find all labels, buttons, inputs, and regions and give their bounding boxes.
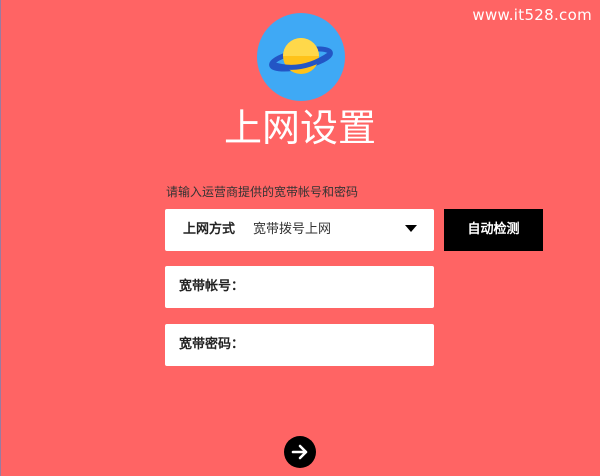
- window-edge: [0, 0, 1, 476]
- account-label: 宽带帐号：: [179, 279, 245, 294]
- auto-detect-button[interactable]: 自动检测: [444, 209, 543, 251]
- page-title: 上网设置: [223, 106, 376, 150]
- watermark-text: www.it528.com: [472, 6, 592, 24]
- chevron-down-icon[interactable]: [405, 225, 417, 232]
- connection-type-value[interactable]: 宽带拨号上网: [253, 209, 331, 251]
- connection-type-label: 上网方式: [183, 222, 236, 237]
- account-field[interactable]: 宽带帐号：: [165, 266, 434, 308]
- next-button[interactable]: [284, 436, 316, 468]
- instruction-text: 请输入运营商提供的宽带帐号和密码: [166, 185, 359, 199]
- password-label: 宽带密码：: [179, 337, 245, 352]
- password-field[interactable]: 宽带密码：: [165, 324, 434, 366]
- connection-type-select[interactable]: 上网方式 宽带拨号上网: [165, 209, 434, 251]
- account-input[interactable]: [245, 272, 429, 304]
- password-input[interactable]: [245, 330, 429, 362]
- planet-icon: [256, 12, 346, 102]
- arrow-right-icon: [291, 444, 308, 460]
